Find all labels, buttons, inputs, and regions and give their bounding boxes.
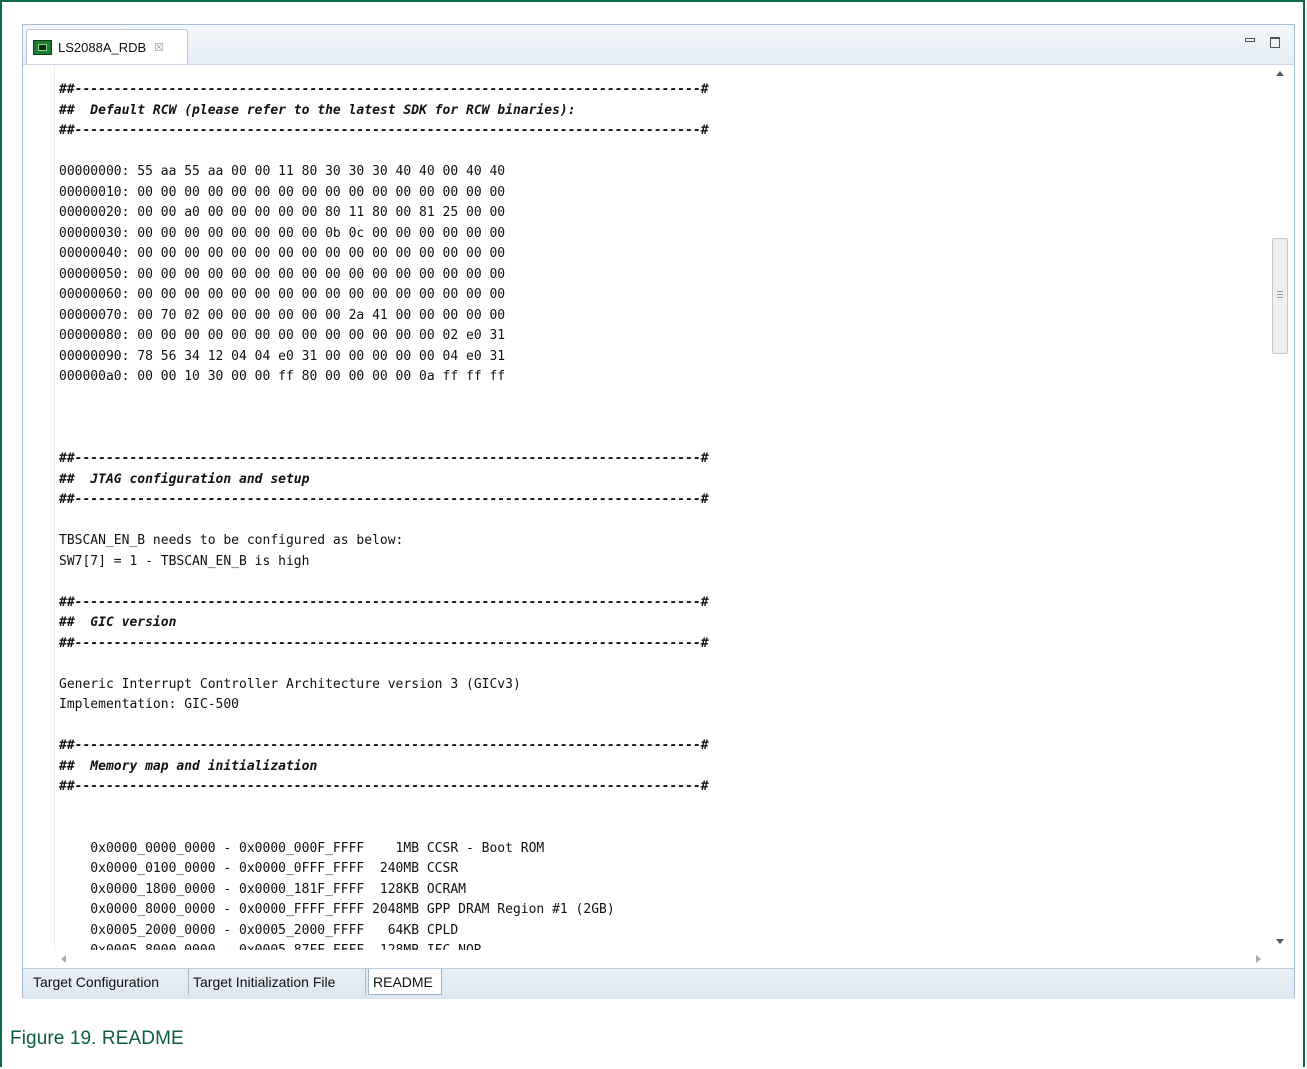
comment-line: ##--------------------------------------… xyxy=(59,82,709,97)
text-line xyxy=(59,142,1239,163)
text-line: Generic Interrupt Controller Architectur… xyxy=(59,676,521,692)
text-line: TBSCAN_EN_B needs to be configured as be… xyxy=(59,533,404,548)
tab-target-initialization-file[interactable]: Target Initialization File xyxy=(189,969,366,995)
readme-text[interactable]: ##--------------------------------------… xyxy=(59,80,1239,962)
comment-line: ##--------------------------------------… xyxy=(59,594,709,610)
bottom-tab-bar: Target Configuration Target Initializati… xyxy=(23,968,1294,999)
tab-readme[interactable]: README xyxy=(368,969,442,995)
text-line xyxy=(59,408,1239,429)
vertical-scrollbar[interactable] xyxy=(1268,65,1292,950)
text-line: 0x0005_2000_0000 - 0x0005_2000_FFFF 64KB… xyxy=(59,922,459,938)
comment-line: ## GIC version xyxy=(59,615,177,630)
scroll-up-icon[interactable] xyxy=(1276,71,1284,76)
close-icon[interactable]: ☒ xyxy=(154,41,164,54)
editor-tab-strip: LS2088A_RDB ☒ xyxy=(23,25,1294,65)
scroll-left-icon[interactable] xyxy=(61,955,66,963)
text-line: 00000010: 00 00 00 00 00 00 00 00 00 00 … xyxy=(59,184,506,200)
text-line: 00000060: 00 00 00 00 00 00 00 00 00 00 … xyxy=(59,287,506,302)
text-line: 00000020: 00 00 a0 00 00 00 00 00 80 11 … xyxy=(59,205,506,220)
editor-gutter xyxy=(24,65,55,968)
comment-line: ##--------------------------------------… xyxy=(59,779,709,794)
editor-tab-title: LS2088A_RDB xyxy=(58,39,147,55)
text-line: 00000030: 00 00 00 00 00 00 00 00 0b 0c … xyxy=(59,225,506,241)
maximize-icon[interactable] xyxy=(1270,37,1280,48)
comment-line: ## Memory map and initialization xyxy=(59,758,318,774)
text-line: 0x0000_8000_0000 - 0x0000_FFFF_FFFF 2048… xyxy=(59,902,615,917)
editor-window: LS2088A_RDB ☒ ##------------------------… xyxy=(22,24,1295,999)
text-line xyxy=(59,818,1239,839)
comment-line: ##--------------------------------------… xyxy=(59,492,709,507)
window-controls xyxy=(1245,35,1280,48)
board-icon xyxy=(33,39,52,55)
text-line: 00000080: 00 00 00 00 00 00 00 00 00 00 … xyxy=(59,328,506,343)
editor-tab-ls2088a-rdb[interactable]: LS2088A_RDB ☒ xyxy=(26,29,188,64)
text-line: 0x0000_0100_0000 - 0x0000_0FFF_FFFF 240M… xyxy=(59,861,459,876)
text-line: 00000000: 55 aa 55 aa 00 00 11 80 30 30 … xyxy=(59,164,506,179)
scroll-right-icon[interactable] xyxy=(1256,955,1261,963)
text-line xyxy=(59,511,1239,532)
figure-caption: Figure 19. README xyxy=(10,1028,184,1049)
text-line: 00000040: 00 00 00 00 00 00 00 00 00 00 … xyxy=(59,246,506,261)
text-line: 0x0000_1800_0000 - 0x0000_181F_FFFF 128K… xyxy=(59,881,466,897)
horizontal-scrollbar[interactable] xyxy=(54,950,1269,968)
minimize-icon[interactable] xyxy=(1245,35,1256,47)
comment-line: ##--------------------------------------… xyxy=(59,635,709,651)
comment-line: ##--------------------------------------… xyxy=(59,451,709,466)
comment-line: ## JTAG configuration and setup xyxy=(59,471,310,487)
text-line: Implementation: GIC-500 xyxy=(59,697,240,712)
text-line: SW7[7] = 1 - TBSCAN_EN_B is high xyxy=(59,553,310,569)
comment-line: ##--------------------------------------… xyxy=(59,738,709,753)
tab-target-configuration[interactable]: Target Configuration xyxy=(29,969,189,995)
text-line: 000000a0: 00 00 10 30 00 00 ff 80 00 00 … xyxy=(59,369,506,384)
text-line xyxy=(59,429,1239,450)
text-line xyxy=(59,572,1239,593)
text-line: 00000050: 00 00 00 00 00 00 00 00 00 00 … xyxy=(59,266,506,282)
comment-line: ## Default RCW (please refer to the late… xyxy=(59,102,576,118)
editor-body[interactable]: ##--------------------------------------… xyxy=(24,65,1293,968)
text-line: 00000070: 00 70 02 00 00 00 00 00 00 2a … xyxy=(59,307,506,323)
text-line: 0x0000_0000_0000 - 0x0000_000F_FFFF 1MB … xyxy=(59,840,545,856)
text-line: 00000090: 78 56 34 12 04 04 e0 31 00 00 … xyxy=(59,348,506,364)
scroll-thumb[interactable] xyxy=(1272,238,1288,354)
text-line xyxy=(59,716,1239,737)
text-line xyxy=(59,798,1239,819)
scroll-down-icon[interactable] xyxy=(1276,939,1284,944)
text-line xyxy=(59,654,1239,675)
comment-line: ##--------------------------------------… xyxy=(59,123,709,138)
text-line xyxy=(59,388,1239,409)
